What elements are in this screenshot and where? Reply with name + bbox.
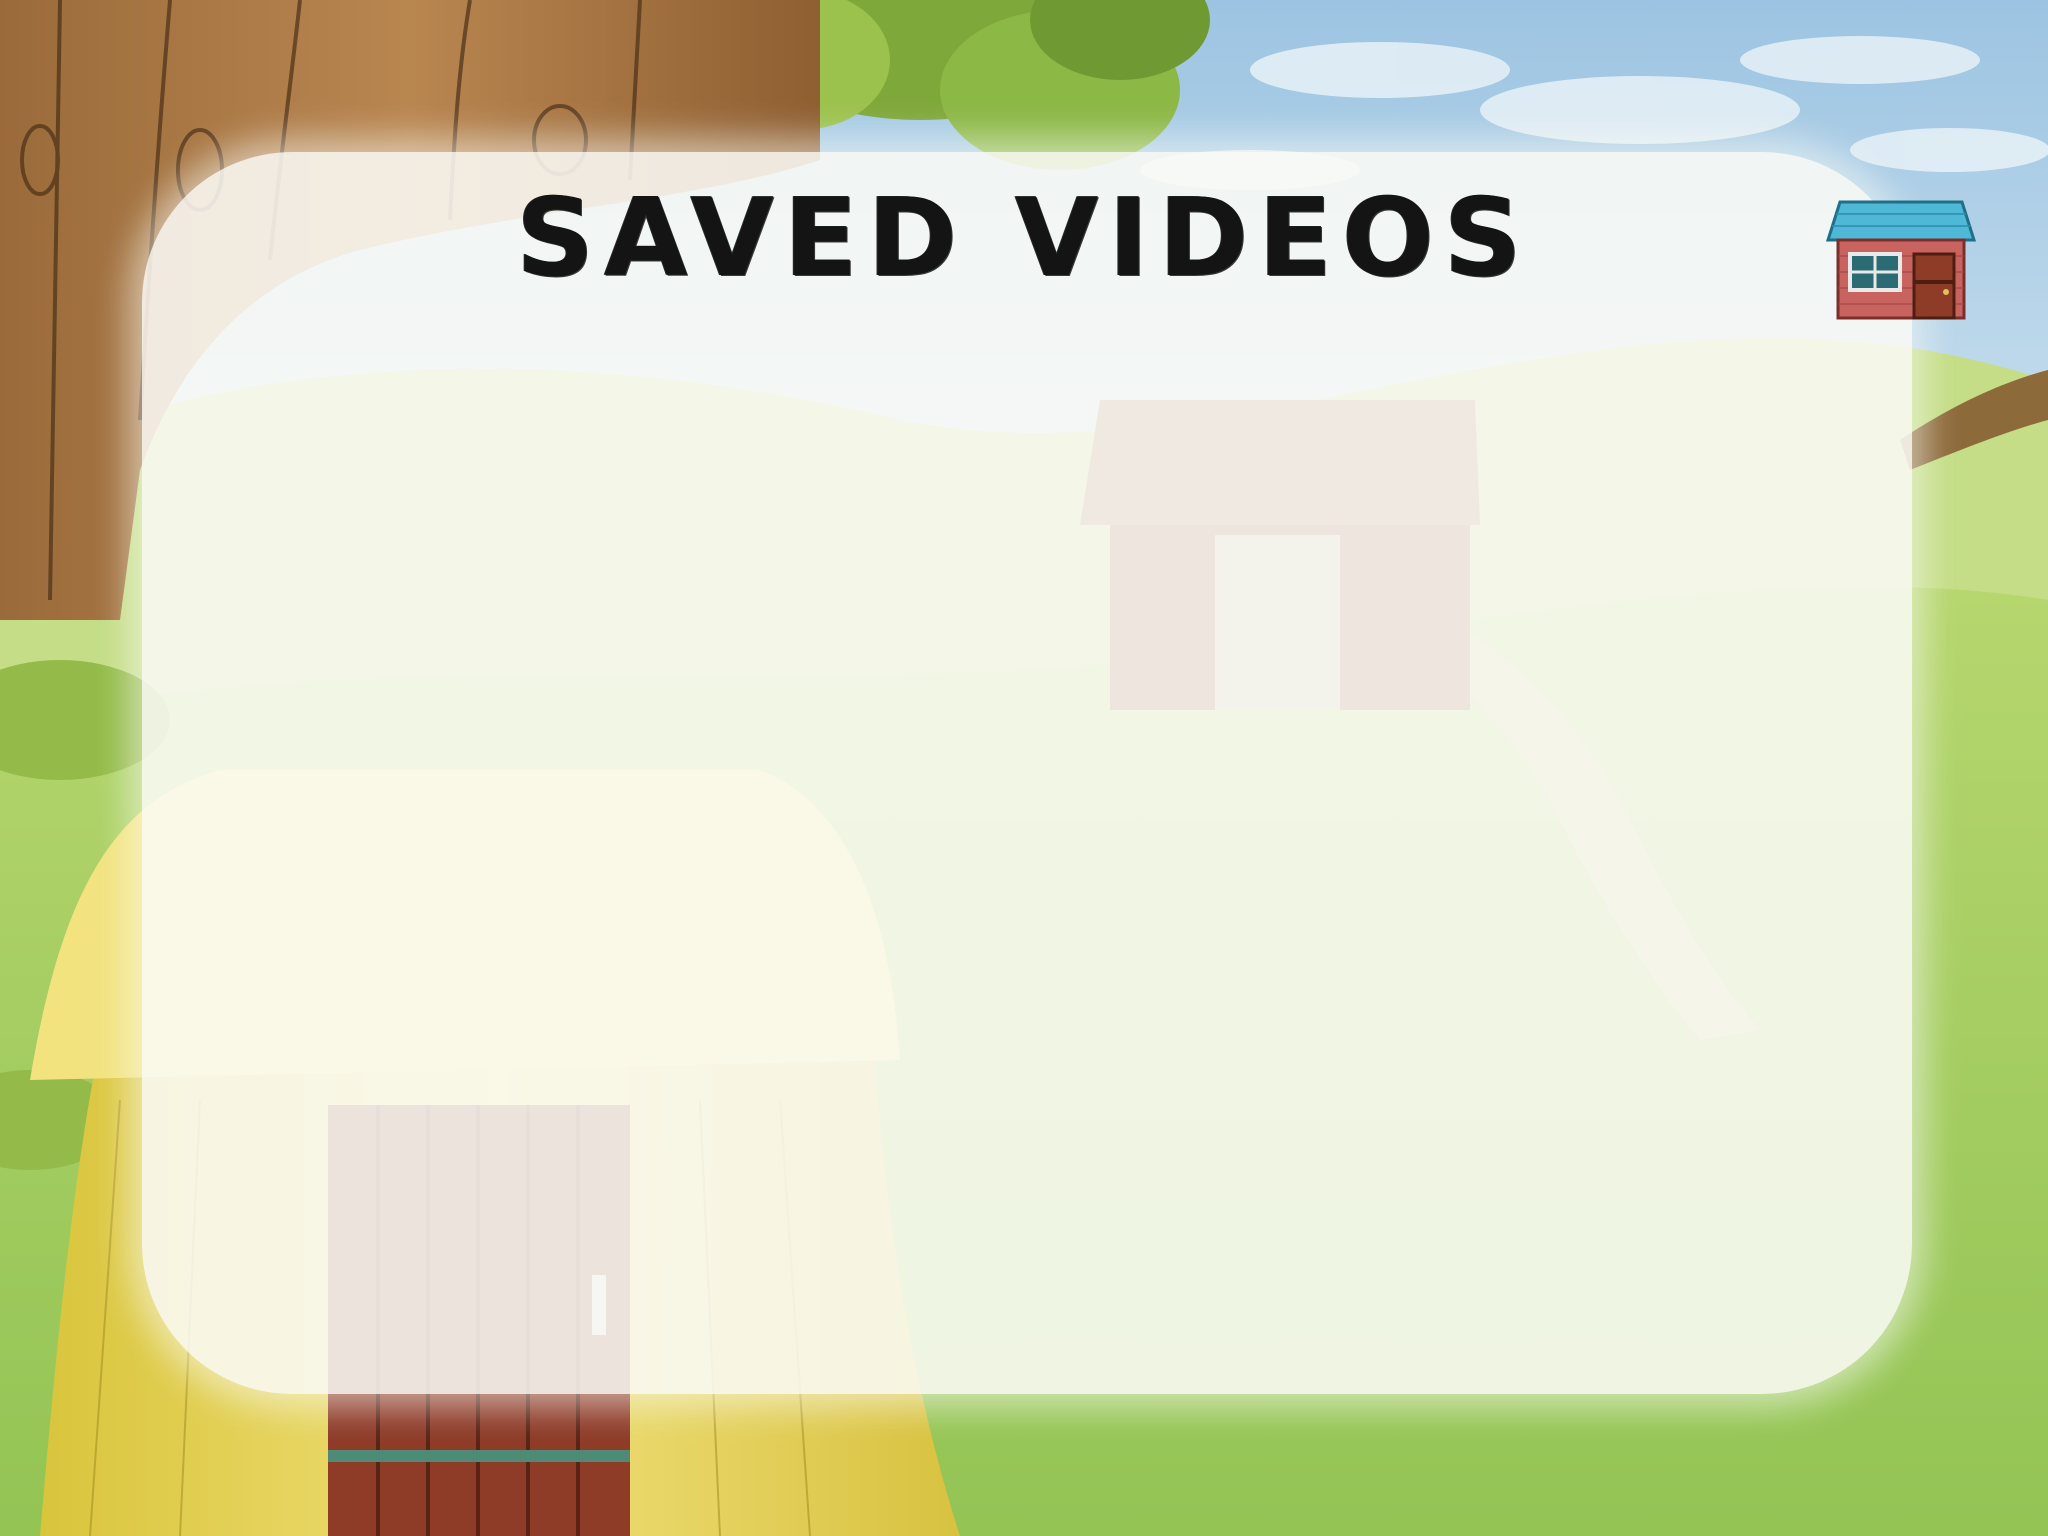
page-title: SAVED VIDEOS [516,176,1532,301]
saved-videos-panel [142,152,1912,1394]
game-screen: SAVED VIDEOS [0,0,2048,1536]
home-button[interactable] [1826,196,1976,322]
house-icon [1826,200,1976,320]
